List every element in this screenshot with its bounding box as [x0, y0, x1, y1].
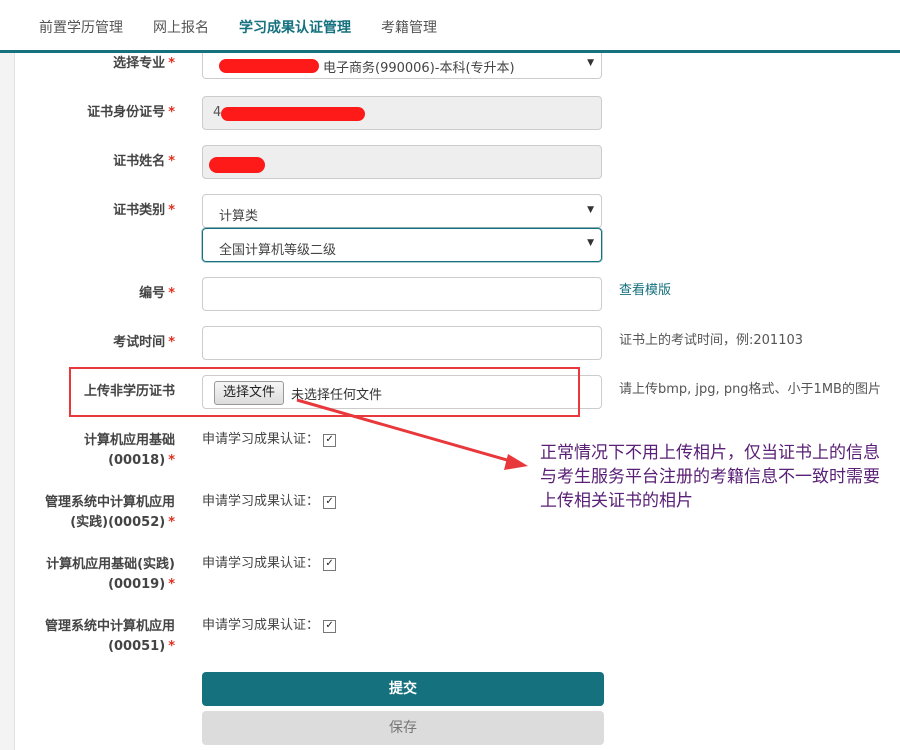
cert-id-field[interactable]: 4 — [202, 96, 602, 130]
tab-registration-records[interactable]: 考籍管理 — [381, 17, 437, 37]
exam-time-label: 考试时间 * — [113, 335, 175, 350]
number-input[interactable] — [202, 277, 602, 311]
apply-certification-00018[interactable]: 申请学习成果认证： ✓ — [202, 428, 337, 447]
number-label: 编号 * — [139, 286, 175, 301]
course-label-00018: 计算机应用基础 (00018) * — [83, 433, 175, 468]
submit-button[interactable]: 提交 — [202, 672, 604, 706]
cert-type-value: 计算类 — [219, 209, 259, 224]
checkmark-icon[interactable]: ✓ — [323, 434, 337, 447]
top-nav: 前置学历管理 网上报名 学习成果认证管理 考籍管理 — [0, 0, 900, 53]
annotation-note: 正常情况下不用上传相片，仅当证书上的信息与考生服务平台注册的考籍信息不一致时需要… — [540, 443, 880, 511]
cert-name-field[interactable] — [202, 145, 602, 179]
tab-learning-outcome-certification[interactable]: 学习成果认证管理 — [239, 17, 351, 37]
save-button[interactable]: 保存 — [202, 711, 604, 745]
apply-certification-00051[interactable]: 申请学习成果认证： ✓ — [202, 614, 337, 633]
cert-subtype-select[interactable]: 全国计算机等级二级 ▼ — [202, 228, 602, 262]
view-template-link[interactable]: 查看模版 — [619, 279, 671, 298]
exam-time-input[interactable] — [202, 326, 602, 360]
tab-online-registration[interactable]: 网上报名 — [153, 17, 209, 37]
number-input-field[interactable] — [203, 278, 601, 310]
course-label-00051: 管理系统中计算机应用 (00051) * — [44, 619, 175, 654]
upload-hint: 请上传bmp, jpg, png格式、小于1MB的图片 — [619, 382, 881, 397]
left-rail — [0, 53, 15, 750]
checkmark-icon[interactable]: ✓ — [323, 558, 337, 571]
cert-id-label: 证书身份证号 * — [87, 105, 175, 120]
annotation-highlight-box — [69, 367, 580, 417]
apply-certification-00019[interactable]: 申请学习成果认证： ✓ — [202, 552, 337, 571]
redaction-mark — [221, 107, 365, 121]
redaction-mark — [219, 59, 319, 73]
apply-certification-00052[interactable]: 申请学习成果认证： ✓ — [202, 490, 337, 509]
caret-down-icon: ▼ — [587, 58, 594, 68]
checkmark-icon[interactable]: ✓ — [323, 620, 337, 633]
checkmark-icon[interactable]: ✓ — [323, 496, 337, 509]
major-label: 选择专业 * — [113, 56, 175, 71]
cert-type-label: 证书类别 * — [113, 203, 175, 218]
cert-subtype-value: 全国计算机等级二级 — [219, 243, 337, 258]
major-select[interactable]: 电子商务(990006)-本科(专升本) ▼ — [202, 53, 602, 79]
caret-down-icon: ▼ — [587, 205, 594, 215]
cert-name-label: 证书姓名 * — [113, 154, 175, 169]
tab-prior-education[interactable]: 前置学历管理 — [39, 17, 123, 37]
major-value: 电子商务(990006)-本科(专升本) — [323, 61, 515, 76]
course-label-00052: 管理系统中计算机应用 (实践)(00052) * — [44, 495, 175, 530]
cert-type-select[interactable]: 计算类 ▼ — [202, 194, 602, 228]
exam-time-input-field[interactable] — [203, 327, 601, 359]
redaction-mark — [209, 157, 265, 173]
caret-down-icon: ▼ — [587, 238, 594, 248]
course-label-00019: 计算机应用基础(实践) (00019) * — [46, 557, 175, 592]
exam-time-hint: 证书上的考试时间，例:201103 — [619, 333, 804, 348]
